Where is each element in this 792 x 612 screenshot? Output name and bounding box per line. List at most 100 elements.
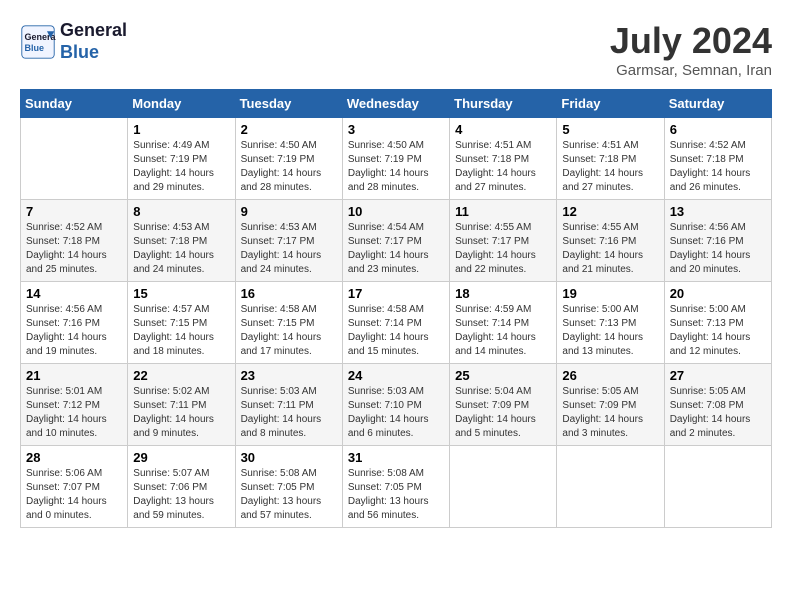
- day-number: 16: [241, 286, 337, 301]
- day-info: Sunrise: 4:55 AM Sunset: 7:17 PM Dayligh…: [455, 221, 551, 277]
- calendar-cell: 10 Sunrise: 4:54 AM Sunset: 7:17 PM Dayli…: [342, 200, 449, 282]
- calendar-cell: 13 Sunrise: 4:56 AM Sunset: 7:16 PM Dayli…: [664, 200, 771, 282]
- day-number: 22: [133, 368, 229, 383]
- day-info: Sunrise: 5:08 AM Sunset: 7:05 PM Dayligh…: [241, 467, 337, 523]
- calendar-cell: 26 Sunrise: 5:05 AM Sunset: 7:09 PM Dayli…: [557, 364, 664, 446]
- day-number: 30: [241, 450, 337, 465]
- day-number: 14: [26, 286, 122, 301]
- calendar-cell: 30 Sunrise: 5:08 AM Sunset: 7:05 PM Dayli…: [235, 446, 342, 528]
- calendar-cell: 3 Sunrise: 4:50 AM Sunset: 7:19 PM Daylig…: [342, 118, 449, 200]
- calendar-cell: 11 Sunrise: 4:55 AM Sunset: 7:17 PM Dayli…: [450, 200, 557, 282]
- day-info: Sunrise: 4:49 AM Sunset: 7:19 PM Dayligh…: [133, 139, 229, 195]
- day-number: 8: [133, 204, 229, 219]
- calendar-cell: [450, 446, 557, 528]
- day-number: 17: [348, 286, 444, 301]
- day-info: Sunrise: 5:05 AM Sunset: 7:08 PM Dayligh…: [670, 385, 766, 441]
- day-number: 27: [670, 368, 766, 383]
- day-info: Sunrise: 5:04 AM Sunset: 7:09 PM Dayligh…: [455, 385, 551, 441]
- day-number: 31: [348, 450, 444, 465]
- day-number: 13: [670, 204, 766, 219]
- logo-text: General: [60, 20, 127, 42]
- calendar-cell: 18Sunrise: 4:59 AM Sunset: 7:14 PM Dayli…: [450, 282, 557, 364]
- day-number: 18: [455, 286, 551, 301]
- day-number: 23: [241, 368, 337, 383]
- day-number: 26: [562, 368, 658, 383]
- calendar-cell: 12 Sunrise: 4:55 AM Sunset: 7:16 PM Dayli…: [557, 200, 664, 282]
- day-info: Sunrise: 5:03 AM Sunset: 7:10 PM Dayligh…: [348, 385, 444, 441]
- svg-text:Blue: Blue: [25, 43, 45, 53]
- calendar-cell: 7Sunrise: 4:52 AM Sunset: 7:18 PM Daylig…: [21, 200, 128, 282]
- logo-blue: Blue: [60, 42, 127, 64]
- day-info: Sunrise: 5:01 AM Sunset: 7:12 PM Dayligh…: [26, 385, 122, 441]
- calendar-cell: 16 Sunrise: 4:58 AM Sunset: 7:15 PM Dayli…: [235, 282, 342, 364]
- calendar-cell: 4Sunrise: 4:51 AM Sunset: 7:18 PM Daylig…: [450, 118, 557, 200]
- day-number: 10: [348, 204, 444, 219]
- calendar-cell: 28 Sunrise: 5:06 AM Sunset: 7:07 PM Dayli…: [21, 446, 128, 528]
- calendar-cell: 19Sunrise: 5:00 AM Sunset: 7:13 PM Dayli…: [557, 282, 664, 364]
- calendar-cell: 9Sunrise: 4:53 AM Sunset: 7:17 PM Daylig…: [235, 200, 342, 282]
- logo-icon: General Blue: [20, 24, 56, 60]
- calendar-cell: 31 Sunrise: 5:08 AM Sunset: 7:05 PM Dayli…: [342, 446, 449, 528]
- day-number: 24: [348, 368, 444, 383]
- day-info: Sunrise: 4:56 AM Sunset: 7:16 PM Dayligh…: [26, 303, 122, 359]
- logo: General Blue General Blue: [20, 20, 127, 63]
- calendar-cell: 21Sunrise: 5:01 AM Sunset: 7:12 PM Dayli…: [21, 364, 128, 446]
- day-info: Sunrise: 5:05 AM Sunset: 7:09 PM Dayligh…: [562, 385, 658, 441]
- day-number: 1: [133, 122, 229, 137]
- day-info: Sunrise: 5:00 AM Sunset: 7:13 PM Dayligh…: [670, 303, 766, 359]
- calendar-cell: [557, 446, 664, 528]
- weekday-header-monday: Monday: [128, 90, 235, 118]
- location-subtitle: Garmsar, Semnan, Iran: [610, 62, 772, 79]
- day-info: Sunrise: 4:55 AM Sunset: 7:16 PM Dayligh…: [562, 221, 658, 277]
- calendar-cell: 1 Sunrise: 4:49 AM Sunset: 7:19 PM Daylig…: [128, 118, 235, 200]
- calendar-cell: 25 Sunrise: 5:04 AM Sunset: 7:09 PM Dayli…: [450, 364, 557, 446]
- calendar-cell: 27 Sunrise: 5:05 AM Sunset: 7:08 PM Dayli…: [664, 364, 771, 446]
- calendar-cell: 17 Sunrise: 4:58 AM Sunset: 7:14 PM Dayli…: [342, 282, 449, 364]
- weekday-header-thursday: Thursday: [450, 90, 557, 118]
- day-number: 6: [670, 122, 766, 137]
- day-number: 25: [455, 368, 551, 383]
- calendar-table: SundayMondayTuesdayWednesdayThursdayFrid…: [20, 89, 772, 528]
- calendar-cell: 23 Sunrise: 5:03 AM Sunset: 7:11 PM Dayli…: [235, 364, 342, 446]
- day-info: Sunrise: 4:58 AM Sunset: 7:14 PM Dayligh…: [348, 303, 444, 359]
- day-info: Sunrise: 5:03 AM Sunset: 7:11 PM Dayligh…: [241, 385, 337, 441]
- week-row-1: 1 Sunrise: 4:49 AM Sunset: 7:19 PM Daylig…: [21, 118, 772, 200]
- weekday-header-tuesday: Tuesday: [235, 90, 342, 118]
- calendar-cell: 6 Sunrise: 4:52 AM Sunset: 7:18 PM Daylig…: [664, 118, 771, 200]
- calendar-cell: 15 Sunrise: 4:57 AM Sunset: 7:15 PM Dayli…: [128, 282, 235, 364]
- week-row-3: 14 Sunrise: 4:56 AM Sunset: 7:16 PM Dayli…: [21, 282, 772, 364]
- day-number: 28: [26, 450, 122, 465]
- weekday-header-friday: Friday: [557, 90, 664, 118]
- calendar-cell: 5 Sunrise: 4:51 AM Sunset: 7:18 PM Daylig…: [557, 118, 664, 200]
- day-number: 9: [241, 204, 337, 219]
- day-info: Sunrise: 5:00 AM Sunset: 7:13 PM Dayligh…: [562, 303, 658, 359]
- day-info: Sunrise: 4:51 AM Sunset: 7:18 PM Dayligh…: [562, 139, 658, 195]
- day-info: Sunrise: 4:54 AM Sunset: 7:17 PM Dayligh…: [348, 221, 444, 277]
- weekday-header-sunday: Sunday: [21, 90, 128, 118]
- day-number: 20: [670, 286, 766, 301]
- day-info: Sunrise: 4:57 AM Sunset: 7:15 PM Dayligh…: [133, 303, 229, 359]
- day-info: Sunrise: 5:08 AM Sunset: 7:05 PM Dayligh…: [348, 467, 444, 523]
- month-title: July 2024: [610, 20, 772, 62]
- day-number: 11: [455, 204, 551, 219]
- calendar-cell: 29Sunrise: 5:07 AM Sunset: 7:06 PM Dayli…: [128, 446, 235, 528]
- calendar-cell: 2Sunrise: 4:50 AM Sunset: 7:19 PM Daylig…: [235, 118, 342, 200]
- day-info: Sunrise: 4:53 AM Sunset: 7:18 PM Dayligh…: [133, 221, 229, 277]
- day-info: Sunrise: 4:50 AM Sunset: 7:19 PM Dayligh…: [348, 139, 444, 195]
- day-info: Sunrise: 5:02 AM Sunset: 7:11 PM Dayligh…: [133, 385, 229, 441]
- day-info: Sunrise: 4:52 AM Sunset: 7:18 PM Dayligh…: [26, 221, 122, 277]
- week-row-2: 7Sunrise: 4:52 AM Sunset: 7:18 PM Daylig…: [21, 200, 772, 282]
- day-info: Sunrise: 5:06 AM Sunset: 7:07 PM Dayligh…: [26, 467, 122, 523]
- day-info: Sunrise: 4:52 AM Sunset: 7:18 PM Dayligh…: [670, 139, 766, 195]
- day-number: 12: [562, 204, 658, 219]
- day-info: Sunrise: 4:58 AM Sunset: 7:15 PM Dayligh…: [241, 303, 337, 359]
- day-number: 15: [133, 286, 229, 301]
- week-row-4: 21Sunrise: 5:01 AM Sunset: 7:12 PM Dayli…: [21, 364, 772, 446]
- weekday-header-wednesday: Wednesday: [342, 90, 449, 118]
- calendar-cell: 14 Sunrise: 4:56 AM Sunset: 7:16 PM Dayli…: [21, 282, 128, 364]
- day-info: Sunrise: 4:56 AM Sunset: 7:16 PM Dayligh…: [670, 221, 766, 277]
- day-number: 5: [562, 122, 658, 137]
- day-info: Sunrise: 4:50 AM Sunset: 7:19 PM Dayligh…: [241, 139, 337, 195]
- day-number: 3: [348, 122, 444, 137]
- day-number: 4: [455, 122, 551, 137]
